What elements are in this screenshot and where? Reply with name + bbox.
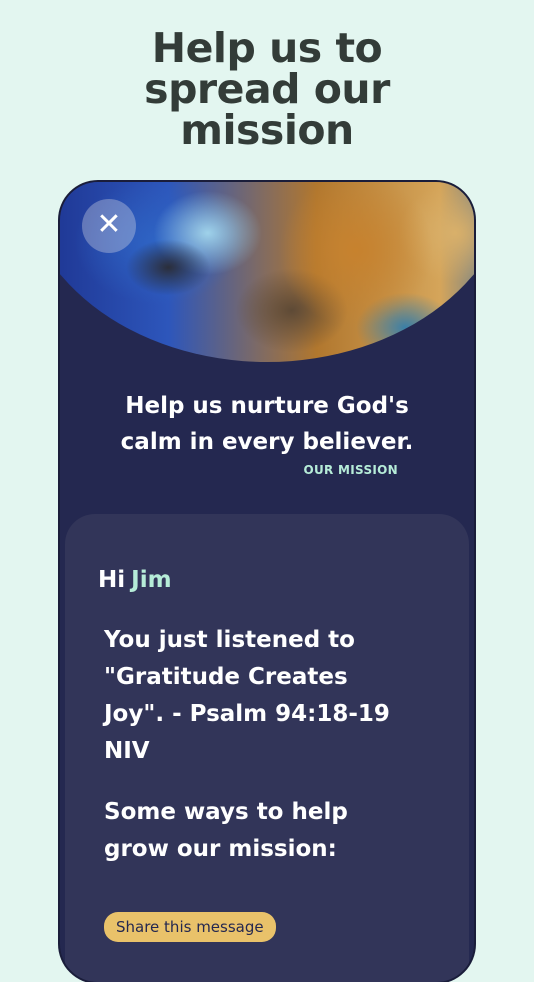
listened-line-1: You just listened to: [104, 627, 355, 653]
listened-message: You just listened to "Gratitude Creates …: [104, 622, 444, 770]
ways-line-1: Some ways to help: [104, 799, 348, 825]
our-mission-label: OUR MISSION: [303, 463, 398, 477]
user-name: Jim: [131, 567, 172, 593]
greeting-text: Hi: [98, 567, 126, 593]
listened-line-4: NIV: [104, 738, 150, 764]
mission-statement: Help us nurture God's calm in every beli…: [60, 388, 474, 460]
close-icon: ✕: [96, 207, 122, 242]
share-message-button[interactable]: Share this message: [104, 912, 276, 942]
phone-mockup: ✕ Help us nurture God's calm in every be…: [60, 182, 474, 982]
headline-line-3: mission: [180, 106, 354, 154]
ways-line-2: grow our mission:: [104, 836, 337, 862]
headline-line-2: spread our: [144, 65, 390, 113]
mission-line-2: calm in every believer.: [120, 429, 414, 455]
ways-to-help: Some ways to help grow our mission:: [104, 794, 444, 868]
page-headline: Help us to spread our mission: [0, 28, 534, 151]
listened-line-2: "Gratitude Creates: [104, 664, 348, 690]
close-button[interactable]: ✕: [82, 199, 136, 253]
mission-line-1: Help us nurture God's: [125, 393, 409, 419]
listened-line-3: Joy". - Psalm 94:18-19: [104, 701, 390, 727]
headline-line-1: Help us to: [151, 24, 383, 72]
greeting: Hi Jim: [98, 567, 172, 593]
